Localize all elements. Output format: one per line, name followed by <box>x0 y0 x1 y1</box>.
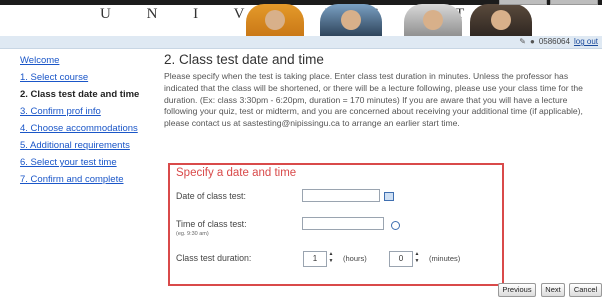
header-photo-student-1 <box>246 4 304 36</box>
main-content: 2. Class test date and time Please speci… <box>164 52 600 130</box>
date-input[interactable] <box>302 189 380 202</box>
header-photo-student-2 <box>320 4 382 36</box>
next-button[interactable]: Next <box>541 283 565 297</box>
hours-stepper-arrows[interactable]: ▲ ▼ <box>328 251 334 265</box>
minutes-stepper[interactable]: 0 <box>389 251 413 267</box>
instructions-text: Please specify when the test is taking p… <box>164 71 583 129</box>
accessibility-icon[interactable]: ✎ <box>519 37 526 46</box>
minutes-stepper-arrows[interactable]: ▲ ▼ <box>414 251 420 265</box>
user-icon: ● <box>529 37 535 46</box>
nav-item-welcome[interactable]: Welcome <box>20 53 160 68</box>
nav-item-confirm-complete[interactable]: 7. Confirm and complete <box>20 172 160 187</box>
nav-item-confirm-prof-info[interactable]: 3. Confirm prof info <box>20 104 160 119</box>
hours-stepper[interactable]: 1 <box>303 251 327 267</box>
nav-item-select-test-time[interactable]: 6. Select your test time <box>20 155 160 170</box>
clock-icon[interactable] <box>391 221 400 230</box>
time-hint: (eg. 9:30 am) <box>176 231 209 237</box>
logout-link[interactable]: log out <box>574 37 598 46</box>
previous-button[interactable]: Previous <box>498 283 536 297</box>
nav-item-additional-requirements[interactable]: 5. Additional requirements <box>20 138 160 153</box>
duration-label: Class test duration: <box>176 253 252 263</box>
site-header: U N I V E R S I T Y <box>0 0 602 36</box>
minutes-unit: (minutes) <box>429 254 461 263</box>
step-navigation: Welcome 1. Select course 2. Class test d… <box>20 53 160 189</box>
cancel-button[interactable]: Cancel <box>569 283 602 297</box>
time-input[interactable] <box>302 217 384 230</box>
hours-unit: (hours) <box>343 254 367 263</box>
nav-item-select-course[interactable]: 1. Select course <box>20 70 160 85</box>
header-button[interactable] <box>499 0 547 5</box>
header-button[interactable] <box>550 0 598 5</box>
header-top-buttons <box>499 0 598 5</box>
user-id: 0586064 <box>538 37 570 46</box>
header-photo-student-4 <box>470 4 532 36</box>
university-logo-text: U N I V E R S I T Y <box>100 6 527 22</box>
date-time-form: Specify a date and time Date of class te… <box>168 163 504 286</box>
header-photo-student-3 <box>404 4 462 36</box>
form-section-title: Specify a date and time <box>176 167 297 179</box>
date-label: Date of class test: <box>176 191 246 201</box>
nav-item-class-test-date-time: 2. Class test date and time <box>20 89 140 100</box>
time-label: Time of class test: <box>176 219 247 229</box>
calendar-icon[interactable] <box>384 192 394 201</box>
user-bar: ✎ ● 0586064 log out <box>0 36 602 49</box>
page-title: 2. Class test date and time <box>164 52 324 67</box>
nav-item-choose-accommodations[interactable]: 4. Choose accommodations <box>20 121 160 136</box>
